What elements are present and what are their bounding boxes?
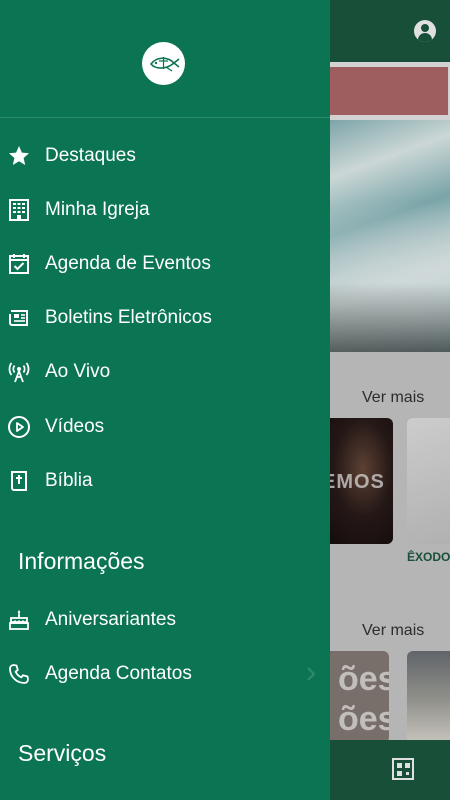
menu-item-label: Ao Vivo	[45, 361, 111, 382]
drawer-scrim[interactable]	[330, 0, 450, 800]
building-icon	[9, 199, 29, 221]
star-icon	[9, 146, 29, 165]
phone-icon	[9, 664, 29, 684]
section-title-informacoes: Informações	[18, 548, 145, 574]
menu-item-aniversariantes[interactable]: Aniversariantes	[0, 594, 330, 646]
section-title-servicos: Serviços	[18, 740, 107, 766]
fish-logo-icon	[142, 42, 185, 85]
menu-item-label: Agenda Contatos	[45, 663, 192, 684]
bible-icon	[11, 471, 27, 491]
newspaper-icon	[9, 310, 28, 326]
menu-item-biblia[interactable]: Bíblia	[0, 455, 330, 507]
drawer-header	[0, 0, 330, 118]
menu-item-label: Vídeos	[45, 416, 105, 437]
menu-item-label: Aniversariantes	[45, 609, 176, 630]
menu-item-agenda-contatos[interactable]: Agenda Contatos	[0, 648, 330, 700]
menu-item-boletins[interactable]: Boletins Eletrônicos	[0, 292, 330, 344]
menu-item-videos[interactable]: Vídeos	[0, 401, 330, 453]
navigation-drawer: Destaques Minha Igreja Agenda de Eventos	[0, 0, 330, 800]
menu-item-label: Boletins Eletrônicos	[45, 307, 212, 328]
menu-item-label: Minha Igreja	[45, 199, 150, 220]
menu-item-destaques[interactable]: Destaques	[0, 130, 330, 182]
chevron-right-icon	[307, 667, 316, 681]
menu-item-agenda-eventos[interactable]: Agenda de Eventos	[0, 238, 330, 290]
menu-item-minha-igreja[interactable]: Minha Igreja	[0, 184, 330, 236]
calendar-check-icon	[9, 254, 29, 274]
menu-item-label: Agenda de Eventos	[45, 253, 211, 274]
play-circle-icon	[8, 416, 30, 438]
menu-item-label: Bíblia	[45, 470, 93, 491]
menu-item-ao-vivo[interactable]: Ao Vivo	[0, 346, 330, 398]
menu-item-label: Destaques	[45, 145, 136, 166]
birthday-cake-icon	[9, 610, 29, 630]
broadcast-icon	[8, 362, 30, 383]
